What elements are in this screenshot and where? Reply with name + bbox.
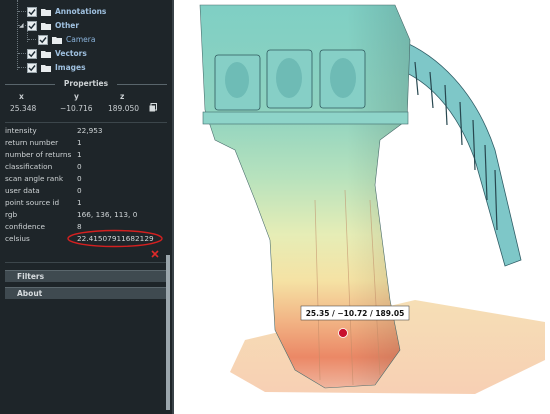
check-icon xyxy=(39,36,47,43)
properties-header: Properties xyxy=(5,79,167,89)
check-icon xyxy=(28,50,36,57)
attr-row-point-source-id: point source id 1 xyxy=(5,198,167,209)
point-cloud-render: 25.35 / −10.72 / 189.05 xyxy=(199,4,545,394)
divider xyxy=(5,122,167,123)
attr-name: confidence xyxy=(5,222,45,231)
filters-label: Filters xyxy=(17,272,45,281)
copy-icon[interactable] xyxy=(149,103,157,112)
attr-name: return number xyxy=(5,138,59,147)
checkbox-camera[interactable] xyxy=(38,34,48,45)
folder-icon xyxy=(41,50,51,58)
folder-icon xyxy=(41,64,51,72)
attr-name: user data xyxy=(5,186,40,195)
attr-row-return-number: return number 1 xyxy=(5,138,167,149)
attr-value: 166, 136, 113, 0 xyxy=(77,210,138,219)
filters-panel-button[interactable]: Filters xyxy=(5,270,167,282)
highlight-ellipse xyxy=(67,229,163,248)
checkbox-images[interactable] xyxy=(27,62,37,73)
coord-value-z: 189.050 xyxy=(108,104,140,113)
check-icon xyxy=(28,8,36,15)
tree-label-camera: Camera xyxy=(66,35,96,44)
coord-header-y: y xyxy=(74,92,79,101)
coord-header-x: x xyxy=(19,92,24,101)
attr-value: 0 xyxy=(77,174,82,183)
tree-label-annotations: Annotations xyxy=(55,7,107,16)
about-panel-button[interactable]: About xyxy=(5,287,167,299)
tree-item-other[interactable]: ◢ Other xyxy=(0,19,79,32)
pulpit-cornice xyxy=(202,111,409,125)
tree-label-vectors: Vectors xyxy=(55,49,87,58)
attr-name: scan angle rank xyxy=(5,174,64,183)
tree-label-images: Images xyxy=(55,63,86,72)
coord-value-x: 25.348 xyxy=(10,104,37,113)
tree-item-camera[interactable]: Camera xyxy=(0,33,95,46)
attr-value: 1 xyxy=(77,150,82,159)
properties-title: Properties xyxy=(63,79,109,88)
stair-railing xyxy=(399,39,522,267)
folder-icon xyxy=(52,36,62,44)
tree-item-annotations[interactable]: Annotations xyxy=(0,5,106,18)
coord-header-z: z xyxy=(120,92,125,101)
tree-connector xyxy=(18,53,26,54)
checkbox-other[interactable] xyxy=(27,20,37,31)
tree-item-vectors[interactable]: Vectors xyxy=(0,47,87,60)
attr-row-user-data: user data 0 xyxy=(5,186,167,197)
tree-connector xyxy=(18,67,26,68)
attr-name: point source id xyxy=(5,198,60,207)
divider xyxy=(5,262,167,263)
check-icon xyxy=(28,22,36,29)
checkbox-annotations[interactable] xyxy=(27,6,37,17)
attr-row-rgb: rgb 166, 136, 113, 0 xyxy=(5,210,167,221)
sidebar-border xyxy=(172,0,174,414)
check-icon xyxy=(28,64,36,71)
folder-icon xyxy=(41,8,51,16)
about-label: About xyxy=(17,289,43,298)
attr-name: classification xyxy=(5,162,53,171)
delete-icon[interactable] xyxy=(151,250,159,258)
tree-connector xyxy=(18,25,26,26)
point-cloud-viewport[interactable]: 25.35 / −10.72 / 189.05 xyxy=(175,0,550,414)
checkbox-vectors[interactable] xyxy=(27,48,37,59)
attr-value: 0 xyxy=(77,162,82,171)
sidebar: Annotations ◢ Other Camera Vectors Image… xyxy=(0,0,172,414)
attr-name: number of returns xyxy=(5,150,72,159)
measurement-label-text: 25.35 / −10.72 / 189.05 xyxy=(306,309,405,318)
measurement-label: 25.35 / −10.72 / 189.05 xyxy=(300,305,410,321)
attr-value: 1 xyxy=(77,198,82,207)
attr-row-scan-angle-rank: scan angle rank 0 xyxy=(5,174,167,185)
attr-name: intensity xyxy=(5,126,37,135)
sidebar-scrollbar[interactable] xyxy=(166,255,170,410)
attr-value: 0 xyxy=(77,186,82,195)
tree-item-images[interactable]: Images xyxy=(0,61,86,74)
attr-row-intensity: intensity 22,953 xyxy=(5,126,167,137)
measurement-marker[interactable] xyxy=(338,328,348,338)
tree-label-other: Other xyxy=(55,21,80,30)
attr-name: rgb xyxy=(5,210,18,219)
coord-value-y: −10.716 xyxy=(60,104,93,113)
attr-row-number-of-returns: number of returns 1 xyxy=(5,150,167,161)
tree-connector xyxy=(18,11,26,12)
attr-value: 22,953 xyxy=(77,126,103,135)
tree-connector xyxy=(28,39,36,40)
attr-row-classification: classification 0 xyxy=(5,162,167,173)
folder-icon xyxy=(41,22,51,30)
attr-name: celsius xyxy=(5,234,30,243)
attr-value: 1 xyxy=(77,138,82,147)
